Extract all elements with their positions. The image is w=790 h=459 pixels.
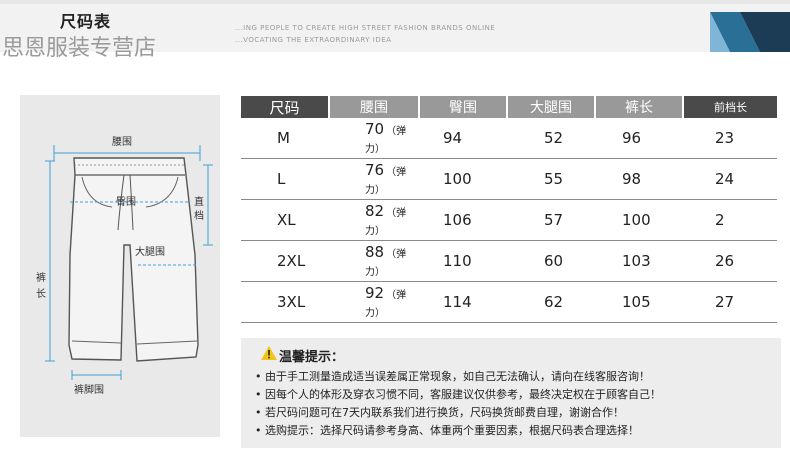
cell-length: 103 <box>595 240 683 282</box>
label-waist: 腰围 <box>112 136 132 148</box>
table-row: L 76 （弹力） 100 55 98 24 <box>241 158 777 200</box>
label-rise-1: 直 <box>194 195 204 208</box>
cell-front-rise: 27 <box>683 281 777 323</box>
col-header-hip: 臀围 <box>419 96 508 118</box>
cell-thigh: 52 <box>507 118 595 159</box>
cell-size: 2XL <box>241 240 329 282</box>
col-header-size: 尺码 <box>241 96 330 118</box>
cell-front-rise: 23 <box>683 118 777 159</box>
shop-watermark: 思恩服装专营店 <box>2 36 157 61</box>
cell-thigh: 62 <box>507 281 595 323</box>
pants-diagram: 腰围 臀围 大腿围 直 档 裤 长 裤脚围 <box>20 95 220 437</box>
cell-waist: 82 （弹力） <box>329 199 419 241</box>
label-hem: 裤脚围 <box>74 383 104 396</box>
cell-size: M <box>241 118 329 159</box>
cell-waist: 70 （弹力） <box>329 118 419 159</box>
page-title: 尺码表 <box>60 12 112 31</box>
banner-tagline-2: ...VOCATING THE EXTRAORDINARY IDEA <box>235 36 392 44</box>
cell-thigh: 57 <box>507 199 595 241</box>
cell-length: 98 <box>595 158 683 200</box>
cell-hip: 106 <box>419 199 507 241</box>
table-row: 2XL 88 （弹力） 110 60 103 26 <box>241 240 777 282</box>
cell-hip: 100 <box>419 158 507 200</box>
cell-length: 100 <box>595 199 683 241</box>
pants-illustration: 腰围 臀围 大腿围 直 档 裤 长 裤脚围 <box>36 136 213 396</box>
cell-size: 3XL <box>241 281 329 323</box>
tip-line: • 由于手工测量造成适当误差属正常现象，如自己无法确认，请向在线客服咨询！ <box>255 370 650 383</box>
cell-front-rise: 26 <box>683 240 777 282</box>
cell-waist: 76 （弹力） <box>329 158 419 200</box>
table-row: M 70 （弹力） 94 52 96 23 <box>241 118 777 159</box>
cell-length: 96 <box>595 118 683 159</box>
cell-waist: 92 （弹力） <box>329 281 419 323</box>
banner-tagline-1: ...ING PEOPLE TO CREATE HIGH STREET FASH… <box>235 24 496 32</box>
tip-line: • 选购提示：选择尺码请参考身高、体重两个重要因素，根据尺码表合理选择！ <box>255 424 639 437</box>
tips-title: 温馨提示： <box>279 350 345 365</box>
table-header-row: 尺码 腰围 臀围 大腿围 裤长 前档长 <box>241 96 777 118</box>
cell-thigh: 60 <box>507 240 595 282</box>
tip-line: • 若尺码问题可在7天内联系我们进行换货，尺码换货邮费自理，谢谢合作！ <box>255 406 624 419</box>
cell-hip: 114 <box>419 281 507 323</box>
label-length-1: 裤 <box>36 271 46 284</box>
tips-panel: 温馨提示： • 由于手工测量造成适当误差属正常现象，如自己无法确认，请向在线客服… <box>241 338 781 448</box>
label-hip: 臀围 <box>116 196 136 208</box>
col-header-thigh: 大腿围 <box>507 96 596 118</box>
cell-size: L <box>241 158 329 200</box>
cell-size: XL <box>241 199 329 241</box>
table-row: XL 82 （弹力） 106 57 100 2 <box>241 199 777 241</box>
cell-front-rise: 24 <box>683 158 777 200</box>
table-row: 3XL 92 （弹力） 114 62 105 27 <box>241 281 777 323</box>
tip-line: • 因每个人的体形及穿衣习惯不同，客服建议仅供参考，最终决定权在于顾客自己！ <box>255 388 661 401</box>
cell-hip: 110 <box>419 240 507 282</box>
cell-front-rise: 2 <box>683 199 777 241</box>
col-header-front-rise: 前档长 <box>683 96 777 118</box>
banner-top-line <box>0 0 790 4</box>
cell-waist: 88 （弹力） <box>329 240 419 282</box>
warning-icon <box>261 346 277 360</box>
size-table: 尺码 腰围 臀围 大腿围 裤长 前档长 M 70 （弹力） 94 52 96 23… <box>241 96 777 323</box>
cell-hip: 94 <box>419 118 507 159</box>
label-rise-2: 档 <box>194 209 204 222</box>
col-header-waist: 腰围 <box>329 96 420 118</box>
label-thigh: 大腿围 <box>135 245 165 258</box>
cell-thigh: 55 <box>507 158 595 200</box>
corner-decoration <box>710 12 790 52</box>
cell-length: 105 <box>595 281 683 323</box>
col-header-length: 裤长 <box>595 96 684 118</box>
label-length-2: 长 <box>36 288 46 300</box>
